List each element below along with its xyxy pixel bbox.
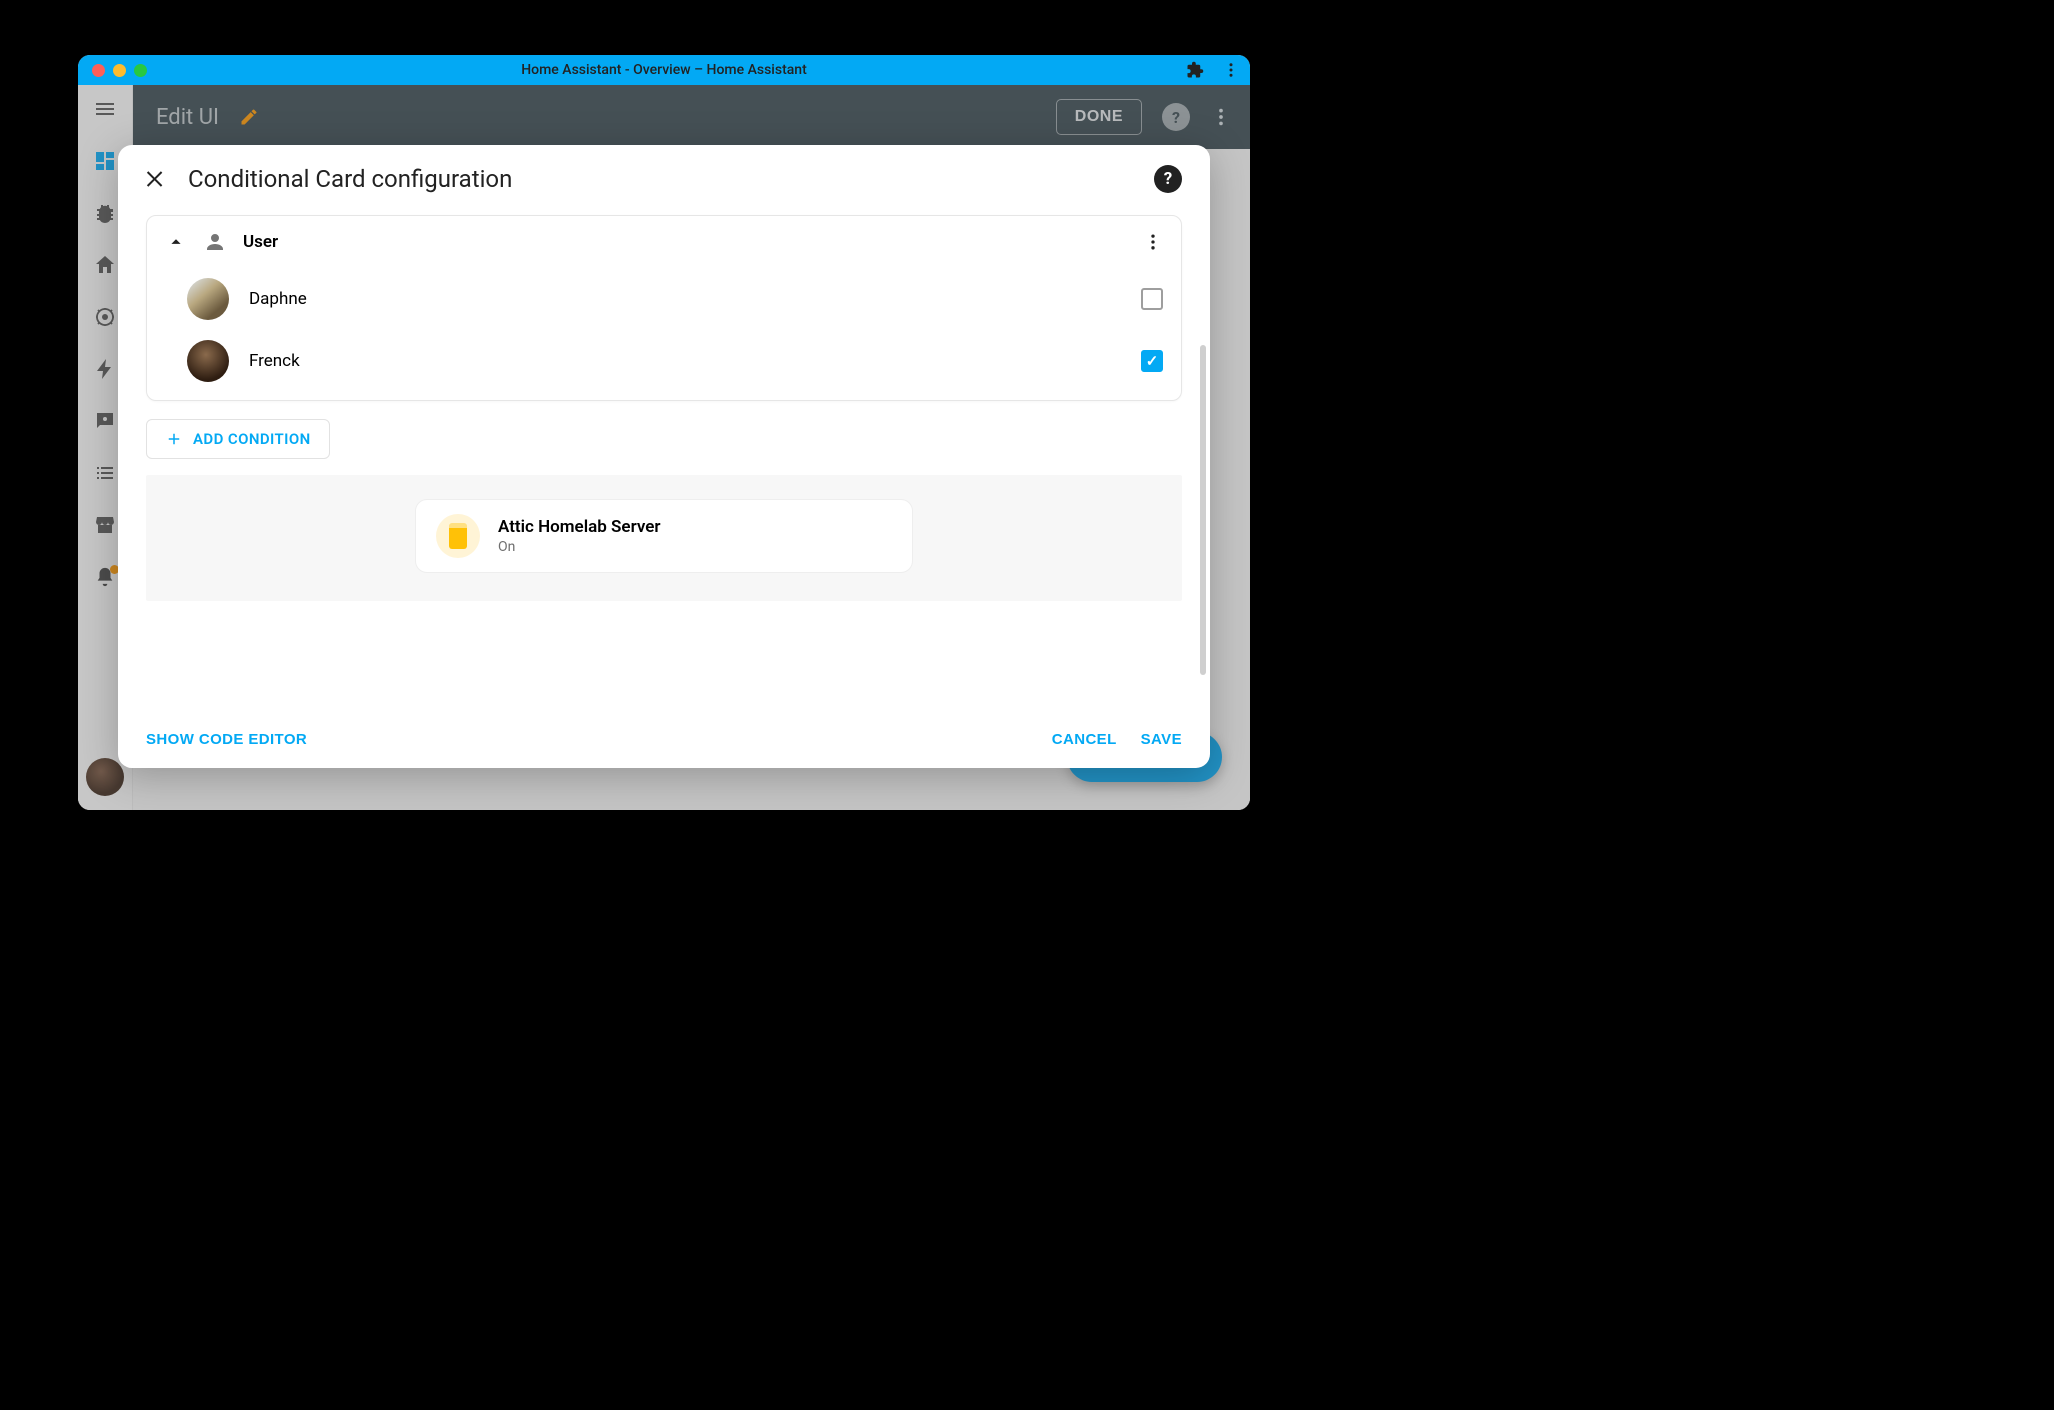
window-title: Home Assistant - Overview – Home Assista… [78, 62, 1250, 78]
close-icon[interactable] [144, 167, 168, 191]
user-name: Daphne [249, 289, 307, 309]
condition-type-label: User [243, 232, 278, 252]
user-name: Frenck [249, 351, 300, 371]
user-row[interactable]: Frenck [147, 330, 1181, 400]
avatar [187, 278, 229, 320]
extensions-icon[interactable] [1186, 61, 1204, 79]
condition-card: User Daphne Frenck [146, 215, 1182, 401]
show-code-editor-button[interactable]: SHOW CODE EDITOR [146, 731, 307, 748]
window-titlebar: Home Assistant - Overview – Home Assista… [78, 55, 1250, 85]
entity-name: Attic Homelab Server [498, 517, 661, 537]
card-preview: Attic Homelab Server On [146, 475, 1182, 601]
avatar [187, 340, 229, 382]
server-icon [436, 514, 480, 558]
save-button[interactable]: SAVE [1141, 731, 1182, 748]
user-checkbox[interactable] [1141, 350, 1163, 372]
entity-state: On [498, 539, 661, 555]
add-condition-label: ADD CONDITION [193, 430, 311, 448]
user-row[interactable]: Daphne [147, 268, 1181, 330]
browser-menu-icon[interactable] [1222, 61, 1240, 79]
cancel-button[interactable]: CANCEL [1052, 731, 1117, 748]
dialog-title: Conditional Card configuration [188, 165, 512, 193]
entity-preview-card[interactable]: Attic Homelab Server On [415, 499, 913, 573]
user-checkbox[interactable] [1141, 288, 1163, 310]
card-config-dialog: Conditional Card configuration ? User [118, 145, 1210, 768]
condition-more-icon[interactable] [1143, 232, 1163, 252]
chevron-up-icon[interactable] [165, 231, 187, 253]
app-window: Home Assistant - Overview – Home Assista… [78, 55, 1250, 810]
scrollbar[interactable] [1200, 345, 1206, 675]
person-icon [203, 230, 227, 254]
dialog-help-icon[interactable]: ? [1154, 165, 1182, 193]
add-condition-button[interactable]: ADD CONDITION [146, 419, 330, 459]
